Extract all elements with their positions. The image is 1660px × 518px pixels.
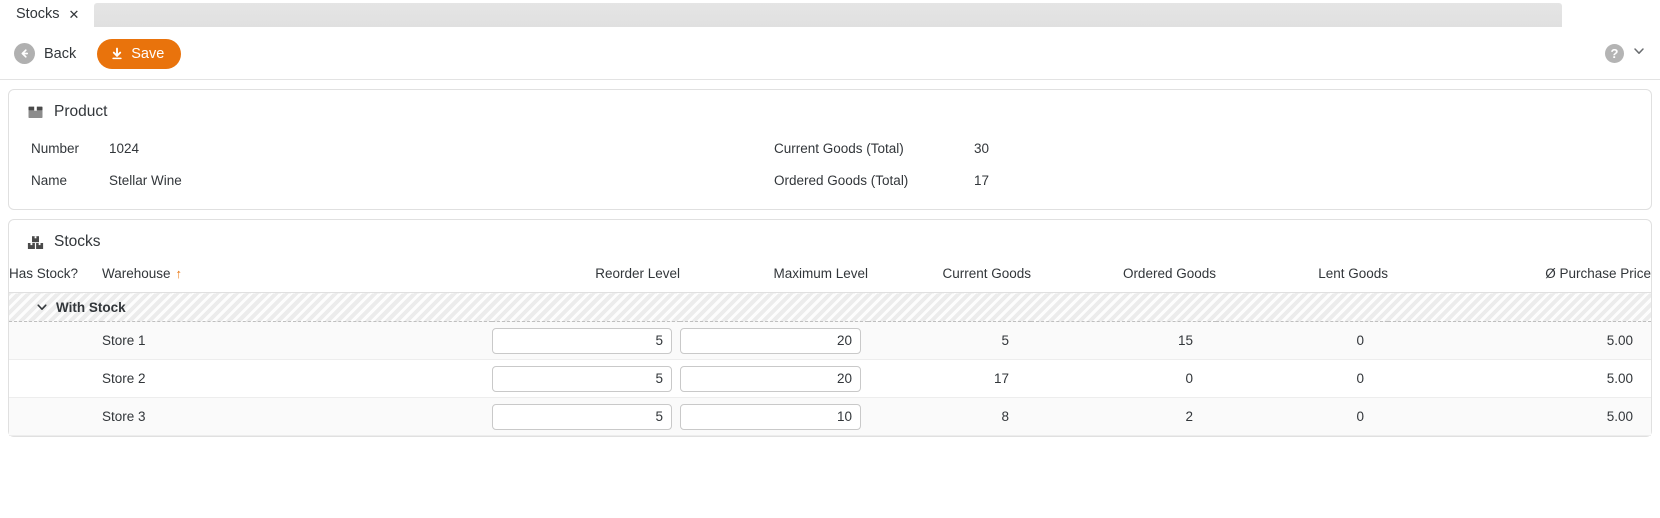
stocks-card: Stocks Has Stock? Warehouse ↑ Reorder Lev… [8,219,1652,437]
column-header-purchase-price[interactable]: Ø Purchase Price [1388,261,1651,293]
cell-ordered-goods: 15 [1031,321,1216,360]
table-row[interactable]: Store 2 17 0 0 5.00 [9,359,1651,398]
group-header-row: With Stock [9,292,1651,322]
save-button-label: Save [131,45,165,62]
product-field-row: Number 1024 Current Goods (Total) 30 [9,132,1651,164]
cell-has-stock [9,359,102,398]
cell-purchase-price: 5.00 [1388,321,1651,360]
cell-lent-goods: 0 [1216,359,1388,398]
cell-has-stock [9,321,102,360]
cell-current-goods: 5 [868,321,1031,360]
group-header-cell: With Stock [9,292,1651,322]
box-icon [27,104,44,121]
stocks-table-header: Has Stock? Warehouse ↑ Reorder Level Maxi… [9,261,1651,293]
stocks-section-header: Stocks [9,220,1651,261]
cell-lent-goods: 0 [1216,397,1388,436]
table-row[interactable]: Store 1 5 15 0 5.00 [9,321,1651,360]
product-name-label: Name [31,172,68,188]
reorder-level-input[interactable] [492,327,672,354]
back-button-label: Back [44,45,77,62]
cell-maximum-level [680,359,868,398]
help-group: ? [1605,44,1646,63]
cell-current-goods: 8 [868,397,1031,436]
product-fields: Number 1024 Current Goods (Total) 30 Nam… [9,131,1651,209]
column-header-warehouse[interactable]: Warehouse ↑ [102,261,492,293]
ordered-goods-total-value: 17 [974,172,990,188]
tab-label: Stocks [16,6,60,22]
sort-ascending-icon: ↑ [175,266,183,281]
product-card: Product Number 1024 Current Goods (Total… [8,89,1652,210]
page-content: Product Number 1024 Current Goods (Total… [0,80,1660,437]
save-button[interactable]: Save [97,38,182,69]
stocks-table: Has Stock? Warehouse ↑ Reorder Level Maxi… [9,261,1651,436]
cell-reorder-level [492,397,680,436]
stocks-table-body: With Stock Store 1 5 15 0 [9,292,1651,436]
reorder-level-input[interactable] [492,365,672,392]
product-field-row: Name Stellar Wine Ordered Goods (Total) … [9,164,1651,196]
current-goods-total-value: 30 [974,140,990,156]
help-icon[interactable]: ? [1605,44,1624,63]
column-header-maximum-level[interactable]: Maximum Level [680,261,868,293]
header-row: Has Stock? Warehouse ↑ Reorder Level Maxi… [9,261,1651,293]
cell-ordered-goods: 2 [1031,397,1216,436]
cell-maximum-level [680,397,868,436]
group-label: With Stock [56,299,126,315]
maximum-level-input[interactable] [680,403,861,430]
column-header-reorder-level[interactable]: Reorder Level [492,261,680,293]
cell-ordered-goods: 0 [1031,359,1216,398]
cell-purchase-price: 5.00 [1388,359,1651,398]
boxes-icon [27,234,44,251]
product-name-value: Stellar Wine [109,172,182,188]
tab-stocks[interactable]: Stocks ✕ [0,0,95,28]
download-icon [110,47,124,61]
column-header-current-goods[interactable]: Current Goods [868,261,1031,293]
maximum-level-input[interactable] [680,327,861,354]
product-section-header: Product [9,90,1651,131]
ordered-goods-total-label: Ordered Goods (Total) [774,172,909,188]
stocks-section-title: Stocks [54,233,101,250]
cell-reorder-level [492,321,680,360]
chevron-down-icon[interactable] [1632,44,1646,63]
tab-strip-filler [94,3,1563,28]
cell-warehouse: Store 2 [102,359,492,398]
cell-reorder-level [492,359,680,398]
product-number-label: Number [31,140,80,156]
cell-warehouse: Store 1 [102,321,492,360]
cell-lent-goods: 0 [1216,321,1388,360]
column-header-warehouse-label: Warehouse [102,266,171,281]
chevron-down-icon [36,301,48,313]
column-header-ordered-goods[interactable]: Ordered Goods [1031,261,1216,293]
maximum-level-input[interactable] [680,365,861,392]
cell-current-goods: 17 [868,359,1031,398]
group-toggle-with-stock[interactable]: With Stock [9,300,1651,315]
product-section-title: Product [54,103,108,120]
cell-has-stock [9,397,102,436]
table-row[interactable]: Store 3 8 2 0 5.00 [9,397,1651,436]
cell-warehouse: Store 3 [102,397,492,436]
cell-purchase-price: 5.00 [1388,397,1651,436]
arrow-left-icon [14,43,35,64]
cell-maximum-level [680,321,868,360]
toolbar: Back Save ? [0,28,1660,80]
reorder-level-input[interactable] [492,403,672,430]
column-header-has-stock[interactable]: Has Stock? [9,261,102,293]
product-number-value: 1024 [109,140,140,156]
back-button[interactable]: Back [8,40,82,67]
close-icon[interactable]: ✕ [69,8,80,21]
column-header-lent-goods[interactable]: Lent Goods [1216,261,1388,293]
tab-strip: Stocks ✕ [0,0,1660,28]
current-goods-total-label: Current Goods (Total) [774,140,904,156]
